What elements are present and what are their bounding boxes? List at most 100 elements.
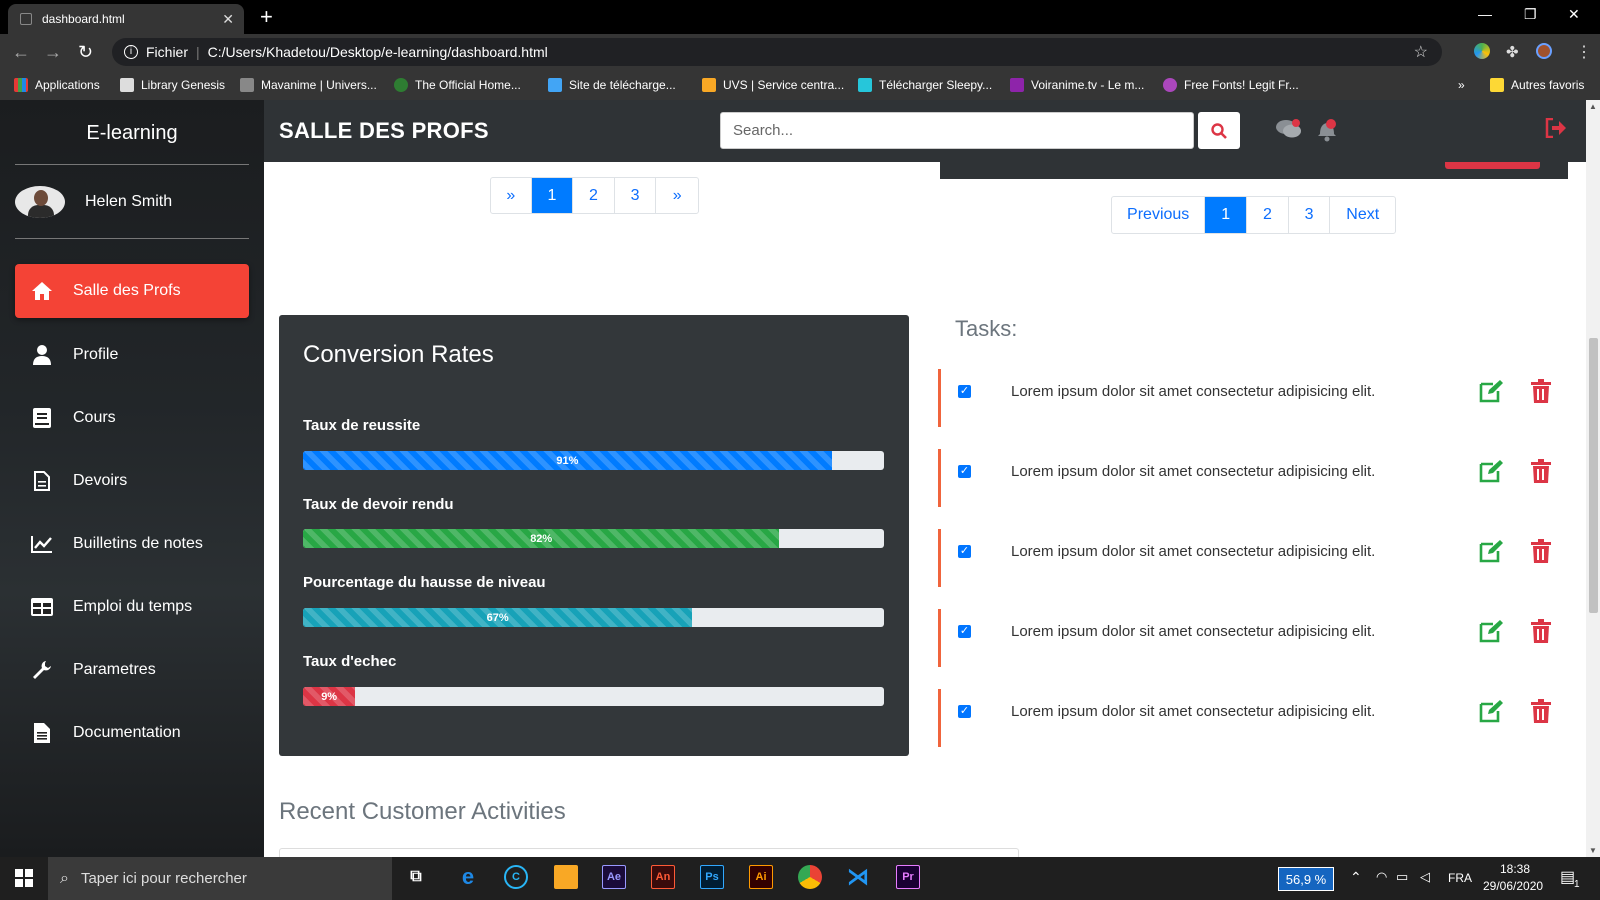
page-1[interactable]: 1 [531,178,574,213]
sidebar-item-devoirs[interactable]: Devoirs [15,454,249,508]
edit-icon[interactable] [1479,459,1505,488]
illustrator-icon[interactable]: Ai [749,865,773,889]
extension-icon[interactable] [1474,43,1490,59]
task-checkbox[interactable]: ✓ [958,545,971,558]
sidebar-item-bulletins[interactable]: Builletins de notes [15,517,249,571]
edge-icon[interactable]: e [456,864,480,889]
zoom-indicator[interactable]: 56,9 % [1278,867,1334,891]
notification-icon[interactable]: ▤ [1560,867,1575,887]
page-3[interactable]: 3 [615,178,657,213]
sidebar-item-salle-des-profs[interactable]: Salle des Profs [15,264,249,318]
file-explorer-icon[interactable] [554,865,578,889]
user-profile[interactable]: Helen Smith [15,186,172,218]
sidebar-item-label: Devoirs [73,472,128,489]
close-window-icon[interactable]: ✕ [1568,6,1580,23]
chevron-up-icon[interactable]: ⌃ [1350,869,1362,886]
page-next-button[interactable]: Next [1330,197,1395,233]
vscode-icon[interactable]: ⋊ [846,864,870,889]
new-tab-icon[interactable]: + [260,4,273,30]
after-effects-icon[interactable]: Ae [602,865,626,889]
task-checkbox[interactable]: ✓ [958,385,971,398]
reload-icon[interactable]: ↻ [78,42,93,63]
bookmark-item[interactable]: Free Fonts! Legit Fr... [1163,78,1299,92]
bell-icon[interactable] [1316,118,1338,147]
bookmark-item[interactable]: UVS | Service centra... [702,78,844,92]
page-previous-button[interactable]: Previous [1112,197,1206,233]
bookmark-item[interactable]: Télécharger Sleepy... [858,78,992,92]
bookmark-apps[interactable]: Applications [14,78,100,92]
language-indicator[interactable]: FRA [1448,871,1472,885]
scrollbar-thumb[interactable] [1589,338,1598,613]
other-bookmarks[interactable]: Autres favoris [1490,78,1584,92]
task-checkbox[interactable]: ✓ [958,705,971,718]
page-next[interactable]: » [656,178,698,213]
edit-icon[interactable] [1479,379,1505,408]
sidebar-item-cours[interactable]: Cours [15,391,249,445]
trash-icon[interactable] [1531,619,1551,648]
pagination-right: Previous 1 2 3 Next [1111,196,1396,234]
bookmark-item[interactable]: Library Genesis [120,78,225,92]
page-prev[interactable]: » [491,178,532,213]
search-button[interactable] [1198,112,1240,149]
trash-icon[interactable] [1531,699,1551,728]
edit-icon[interactable] [1479,699,1505,728]
scroll-up-icon[interactable]: ▲ [1589,102,1597,111]
taskbar-search-input[interactable]: ⌕ Taper ici pour rechercher [48,857,392,900]
chrome-icon[interactable] [798,865,822,889]
photoshop-icon[interactable]: Ps [700,865,724,889]
trash-icon[interactable] [1531,539,1551,568]
info-icon[interactable]: i [124,45,138,59]
premiere-icon[interactable]: Pr [896,865,920,889]
bookmarks-bar: Applications Library Genesis Mavanime | … [0,70,1600,100]
clock-date[interactable]: 29/06/2020 [1483,879,1543,893]
bookmark-item[interactable]: The Official Home... [394,78,521,92]
page-3[interactable]: 3 [1289,197,1331,233]
sidebar-item-parametres[interactable]: Parametres [15,643,249,697]
sidebar-item-label: Parametres [73,661,156,678]
edit-icon[interactable] [1479,539,1505,568]
task-checkbox[interactable]: ✓ [958,465,971,478]
close-tab-icon[interactable]: ✕ [222,11,234,28]
forward-icon[interactable]: → [44,42,62,63]
cortana-icon[interactable]: C [504,865,528,889]
sidebar-item-documentation[interactable]: Documentation [15,706,249,760]
bookmark-label: UVS | Service centra... [723,78,845,92]
clock-time[interactable]: 18:38 [1500,862,1530,876]
page-2[interactable]: 2 [1247,197,1289,233]
battery-icon[interactable]: ▭ [1396,869,1408,885]
page-scrollbar[interactable]: ▲ ▼ [1586,100,1600,857]
edit-icon[interactable] [1479,619,1505,648]
site-icon [240,78,254,92]
sidebar-item-emploi-du-temps[interactable]: Emploi du temps [15,580,249,634]
trash-icon[interactable] [1531,459,1551,488]
url-field[interactable]: i Fichier | C:/Users/Khadetou/Desktop/e-… [112,38,1442,66]
search-input[interactable]: Search... [720,112,1194,149]
profile-avatar-icon[interactable] [1536,43,1552,59]
star-icon[interactable]: ☆ [1414,42,1428,62]
page-2[interactable]: 2 [573,178,615,213]
conversion-rates-card: Conversion Rates Taux de reussite 91% Ta… [279,315,909,756]
puzzle-icon[interactable]: ✤ [1506,43,1519,61]
more-bookmarks[interactable]: » [1458,78,1465,92]
task-view-icon[interactable]: ⧉ [404,865,428,889]
red-button-edge[interactable] [1445,162,1540,169]
menu-dots-icon[interactable]: ⋮ [1576,42,1592,62]
animate-icon[interactable]: An [651,865,675,889]
sidebar-item-profile[interactable]: Profile [15,328,249,382]
chat-icon[interactable] [1276,118,1302,147]
minimize-icon[interactable]: — [1478,6,1492,22]
restore-icon[interactable]: ❐ [1524,6,1537,23]
scroll-down-icon[interactable]: ▼ [1589,846,1597,855]
bookmark-item[interactable]: Voiranime.tv - Le m... [1010,78,1144,92]
bookmark-item[interactable]: Mavanime | Univers... [240,78,377,92]
browser-tab[interactable]: dashboard.html ✕ [8,4,244,34]
back-icon[interactable]: ← [12,42,30,63]
windows-start-icon[interactable] [15,869,33,892]
logout-icon[interactable] [1545,117,1567,143]
volume-icon[interactable]: ◁ [1420,869,1430,885]
page-1[interactable]: 1 [1205,197,1248,233]
wifi-icon[interactable]: ◠ [1376,869,1387,885]
trash-icon[interactable] [1531,379,1551,408]
bookmark-item[interactable]: Site de télécharge... [548,78,676,92]
task-checkbox[interactable]: ✓ [958,625,971,638]
